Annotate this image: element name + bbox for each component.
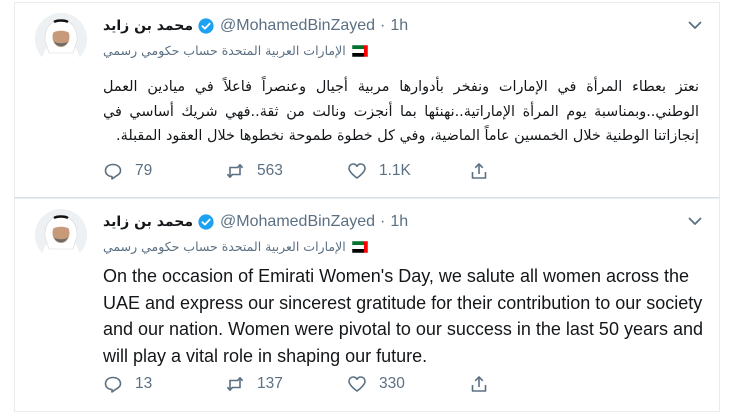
reply-button[interactable]: 79 <box>103 161 225 181</box>
reply-button[interactable]: 13 <box>103 374 225 394</box>
tweet-actions: 79 563 1.1K <box>103 161 489 181</box>
tweet-text: On the occasion of Emirati Women's Day, … <box>103 266 704 366</box>
timestamp[interactable]: 1h <box>390 17 408 35</box>
reply-icon <box>104 163 122 180</box>
share-icon[interactable] <box>469 374 489 394</box>
retweet-button[interactable]: 137 <box>225 374 347 394</box>
timestamp[interactable]: 1h <box>390 213 408 231</box>
chevron-down-icon[interactable] <box>685 15 705 35</box>
reply-count: 79 <box>135 162 153 179</box>
tweet-text: نعتز بعطاء المرأة في الإمارات ونفخر بأدو… <box>103 79 699 144</box>
uae-flag-icon <box>351 44 368 57</box>
like-icon <box>348 163 366 179</box>
display-name[interactable]: محمد بن زايد <box>103 18 193 34</box>
account-label-text: الإمارات العربية المتحدة حساب حكومي رسمي <box>103 43 346 58</box>
account-label: الإمارات العربية المتحدة حساب حكومي رسمي <box>103 43 368 58</box>
like-count: 330 <box>379 375 405 392</box>
retweet-icon <box>226 164 244 178</box>
uae-flag-icon <box>351 240 368 253</box>
display-name[interactable]: محمد بن زايد <box>103 214 193 230</box>
like-button[interactable]: 1.1K <box>347 161 469 181</box>
separator-dot: · <box>380 17 386 34</box>
tweet-header: محمد بن زايد @MohamedBinZayed · 1h <box>103 210 408 234</box>
reply-icon <box>104 376 122 393</box>
share-icon[interactable] <box>469 161 489 181</box>
like-button[interactable]: 330 <box>347 374 469 394</box>
avatar[interactable] <box>35 209 87 261</box>
chevron-down-icon[interactable] <box>685 211 705 231</box>
separator-dot: · <box>380 213 386 230</box>
tweet-header: محمد بن زايد @MohamedBinZayed · 1h <box>103 14 408 38</box>
avatar[interactable] <box>35 13 87 65</box>
verified-badge-icon <box>198 18 215 34</box>
tweet-arabic[interactable]: محمد بن زايد @MohamedBinZayed · 1h الإما… <box>14 2 720 198</box>
account-label-text: الإمارات العربية المتحدة حساب حكومي رسمي <box>103 239 346 254</box>
tweet-actions: 13 137 330 <box>103 374 489 394</box>
retweet-count: 563 <box>257 162 283 179</box>
account-label: الإمارات العربية المتحدة حساب حكومي رسمي <box>103 239 368 254</box>
retweet-button[interactable]: 563 <box>225 161 347 181</box>
like-icon <box>348 376 366 392</box>
user-handle[interactable]: @MohamedBinZayed <box>220 213 375 231</box>
tweet-english[interactable]: محمد بن زايد @MohamedBinZayed · 1h الإما… <box>14 198 720 412</box>
user-handle[interactable]: @MohamedBinZayed <box>220 17 375 35</box>
like-count: 1.1K <box>379 162 411 179</box>
verified-badge-icon <box>198 214 215 230</box>
reply-count: 13 <box>135 375 153 392</box>
retweet-icon <box>226 376 244 392</box>
retweet-count: 137 <box>257 375 283 392</box>
